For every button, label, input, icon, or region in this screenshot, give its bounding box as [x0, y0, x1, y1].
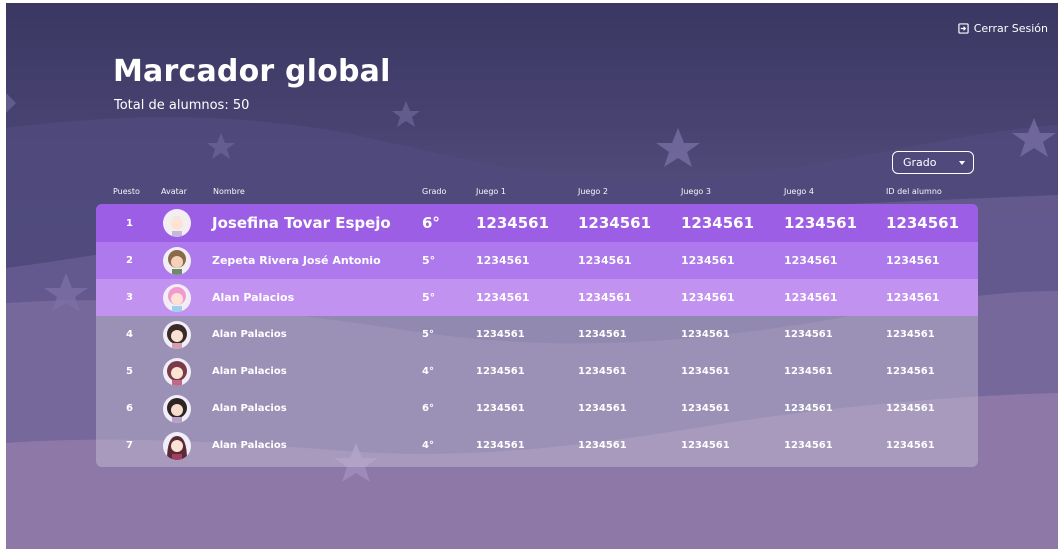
game4-cell: 1234561: [784, 403, 833, 414]
game3-cell: 1234561: [681, 329, 730, 340]
column-header-avatar: Avatar: [161, 187, 187, 196]
column-header-nombre: Nombre: [213, 187, 245, 196]
student-id-cell: 1234561: [886, 291, 940, 304]
name-cell: Alan Palacios: [212, 291, 295, 304]
rank-cell: 5: [126, 366, 133, 377]
name-cell: Alan Palacios: [212, 440, 287, 451]
grade-cell: 4°: [422, 440, 434, 451]
game2-cell: 1234561: [578, 214, 652, 232]
table-row[interactable]: 7 Alan Palacios 4° 1234561 1234561 12345…: [96, 427, 978, 464]
avatar: [163, 246, 191, 275]
student-id-cell: 1234561: [886, 440, 935, 451]
student-id-cell: 1234561: [886, 329, 935, 340]
rank-cell: 3: [126, 292, 133, 303]
game4-cell: 1234561: [784, 329, 833, 340]
game4-cell: 1234561: [784, 214, 858, 232]
avatar: [163, 431, 191, 460]
column-header-id: ID del alumno: [886, 187, 942, 196]
game1-cell: 1234561: [476, 440, 525, 451]
name-cell: Josefina Tovar Espejo: [212, 214, 391, 232]
rank-cell: 1: [126, 217, 133, 229]
table-row[interactable]: 5 Alan Palacios 4° 1234561 1234561 12345…: [96, 353, 978, 390]
grade-cell: 6°: [422, 214, 440, 232]
pink-hair-avatar-icon: [168, 286, 186, 312]
table-header: Puesto Avatar Nombre Grado Juego 1 Juego…: [6, 187, 1058, 201]
avatar: [163, 320, 191, 349]
game4-cell: 1234561: [784, 366, 833, 377]
game3-cell: 1234561: [681, 440, 730, 451]
app-frame: Cerrar Sesión Marcador global Total de a…: [6, 3, 1058, 549]
table-row[interactable]: 1 Josefina Tovar Espejo 6° 1234561 12345…: [96, 204, 978, 242]
student-id-cell: 1234561: [886, 403, 935, 414]
table-row[interactable]: 6 Alan Palacios 6° 1234561 1234561 12345…: [96, 390, 978, 427]
leaderboard-table: 1 Josefina Tovar Espejo 6° 1234561 12345…: [96, 204, 978, 467]
game2-cell: 1234561: [578, 329, 627, 340]
avatar: [163, 283, 191, 312]
game2-cell: 1234561: [578, 440, 627, 451]
white-hair-avatar-icon: [168, 213, 186, 237]
dark-hair-avatar-icon: [167, 323, 187, 349]
game2-cell: 1234561: [578, 403, 627, 414]
game2-cell: 1234561: [578, 366, 627, 377]
rank-cell: 7: [126, 440, 133, 451]
column-header-juego2: Juego 2: [578, 187, 608, 196]
column-header-puesto: Puesto: [113, 187, 140, 196]
chevron-down-icon: [959, 161, 965, 165]
long-hair-avatar-icon: [167, 435, 187, 460]
name-cell: Alan Palacios: [212, 329, 287, 340]
game3-cell: 1234561: [681, 403, 730, 414]
avatar: [163, 394, 191, 423]
column-header-juego4: Juego 4: [784, 187, 814, 196]
table-row[interactable]: 4 Alan Palacios 5° 1234561 1234561 12345…: [96, 316, 978, 353]
game1-cell: 1234561: [476, 366, 525, 377]
game4-cell: 1234561: [784, 254, 838, 267]
game1-cell: 1234561: [476, 329, 525, 340]
game4-cell: 1234561: [784, 440, 833, 451]
game3-cell: 1234561: [681, 214, 755, 232]
grade-cell: 4°: [422, 366, 434, 377]
logout-label: Cerrar Sesión: [973, 22, 1048, 35]
auburn-hair-avatar-icon: [167, 360, 187, 386]
column-header-juego1: Juego 1: [476, 187, 506, 196]
rank-cell: 4: [126, 329, 133, 340]
game2-cell: 1234561: [578, 291, 632, 304]
game4-cell: 1234561: [784, 291, 838, 304]
rank-cell: 2: [126, 255, 133, 266]
name-cell: Zepeta Rivera José Antonio: [212, 254, 381, 267]
game3-cell: 1234561: [681, 291, 735, 304]
logout-icon: [958, 23, 969, 34]
name-cell: Alan Palacios: [212, 366, 287, 377]
name-cell: Alan Palacios: [212, 403, 287, 414]
grade-filter-select[interactable]: Grado: [892, 151, 974, 174]
table-row[interactable]: 3 Alan Palacios 5° 1234561 1234561 12345…: [96, 279, 978, 316]
column-header-grado: Grado: [422, 187, 447, 196]
grade-filter-label: Grado: [903, 156, 937, 169]
game3-cell: 1234561: [681, 366, 730, 377]
grade-cell: 5°: [422, 254, 436, 267]
grade-cell: 5°: [422, 291, 436, 304]
game3-cell: 1234561: [681, 254, 735, 267]
page-title: Marcador global: [113, 54, 391, 89]
column-header-juego3: Juego 3: [681, 187, 711, 196]
game1-cell: 1234561: [476, 214, 550, 232]
student-id-cell: 1234561: [886, 366, 935, 377]
logout-button[interactable]: Cerrar Sesión: [958, 22, 1048, 35]
total-students-label: Total de alumnos: 50: [114, 98, 250, 113]
grade-cell: 6°: [422, 403, 434, 414]
brown-hair-avatar-icon: [168, 249, 186, 275]
game1-cell: 1234561: [476, 403, 525, 414]
student-id-cell: 1234561: [886, 214, 960, 232]
grade-cell: 5°: [422, 329, 434, 340]
student-id-cell: 1234561: [886, 254, 940, 267]
table-row[interactable]: 2 Zepeta Rivera José Antonio 5° 1234561 …: [96, 242, 978, 279]
game1-cell: 1234561: [476, 254, 530, 267]
rank-cell: 6: [126, 403, 133, 414]
avatar: [163, 357, 191, 386]
dark-hair-avatar-icon: [167, 397, 187, 423]
game1-cell: 1234561: [476, 291, 530, 304]
game2-cell: 1234561: [578, 254, 632, 267]
avatar: [163, 209, 191, 237]
